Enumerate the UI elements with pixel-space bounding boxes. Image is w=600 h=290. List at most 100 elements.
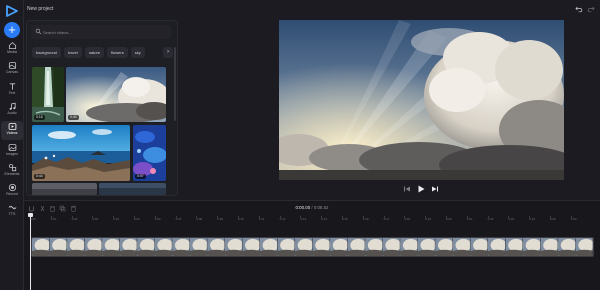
ruler-tick: 0:20: [446, 216, 452, 221]
ruler-tick: 0:24: [529, 216, 536, 221]
sidebar-item-images[interactable]: Images: [1, 142, 23, 161]
sidebar-item-tts[interactable]: TTS: [1, 202, 23, 221]
undo-icon[interactable]: [575, 5, 583, 13]
ruler-tick: 0:01: [50, 216, 57, 221]
video-duration: 0:40: [68, 115, 79, 120]
video-thumbnail-coral[interactable]: 0:07: [133, 125, 166, 181]
clip-frame: [573, 238, 593, 256]
redo-icon[interactable]: [587, 5, 595, 13]
sidebar-item-audio[interactable]: Audio: [1, 101, 23, 120]
ruler-tick: 0:13: [300, 216, 307, 221]
sidebar-item-label: Media: [7, 50, 17, 54]
search-icon: [35, 28, 42, 35]
video-thumbnail[interactable]: [99, 183, 166, 195]
video-duration: 0:44: [34, 174, 45, 179]
video-icon: [8, 123, 16, 130]
playhead[interactable]: [30, 215, 31, 290]
video-library-panel: backgroundtravelnatureflowerssky › 0:16: [26, 20, 178, 196]
record-icon: [8, 183, 16, 192]
sidebar-item-videos[interactable]: Videos: [1, 121, 23, 140]
video-thumbnail-sea-rocks[interactable]: 0:44: [32, 125, 130, 181]
sidebar-item-text[interactable]: Text: [1, 81, 23, 100]
current-time: 0:00.00: [295, 205, 311, 210]
ruler-tick: 0:22: [487, 216, 494, 221]
ruler-tick: 0:08: [196, 216, 203, 221]
ruler-tick: 0:16: [362, 216, 369, 221]
sidebar-item-record[interactable]: Record: [1, 182, 23, 201]
sidebar-item-label: Text: [8, 91, 16, 95]
chips-next-button[interactable]: ›: [163, 47, 173, 58]
chip-flowers[interactable]: flowers: [107, 47, 128, 58]
category-chips: background travel nature flowers sky ›: [32, 47, 175, 59]
video-clip[interactable]: [31, 237, 594, 257]
ruler-tick: 0:04: [113, 216, 120, 221]
image-icon: [8, 144, 16, 151]
library-scrollbar[interactable]: [174, 47, 176, 121]
chip-nature[interactable]: nature: [84, 47, 105, 58]
timeline: 0:00.00 / 0:08.52 0:00 0:01 0:02 0:03 0:04 0:…: [24, 200, 600, 290]
time-ruler[interactable]: 0:00 0:01 0:02 0:03 0:04 0:05 0:06 0:07 0:08 0:09…: [24, 216, 600, 227]
project-title[interactable]: New project: [27, 6, 53, 12]
music-icon: [9, 102, 16, 110]
ruler-tick: 0:14: [321, 216, 328, 221]
ruler-tick: 0:07: [175, 216, 182, 221]
text-icon: [9, 83, 15, 90]
tts-icon: [8, 205, 16, 210]
ruler-tick: 0:25: [550, 216, 556, 221]
sidebar-item-elements[interactable]: Elements: [1, 162, 23, 181]
ruler-tick: 0:11: [258, 216, 265, 221]
play-icon[interactable]: [416, 184, 426, 194]
left-rail: + Media Canvas Text Audio Videos Images …: [0, 0, 24, 290]
ruler-tick: 0:10: [238, 216, 244, 221]
canvas-icon: [8, 62, 16, 69]
timecode: 0:00.00 / 0:08.52: [24, 205, 600, 210]
skip-back-icon[interactable]: [402, 184, 412, 194]
video-thumbnail-waterfall[interactable]: 0:16: [32, 67, 64, 122]
sidebar-item-canvas[interactable]: Canvas: [1, 60, 23, 79]
chip-travel[interactable]: travel: [63, 47, 82, 58]
search-box[interactable]: [31, 25, 171, 39]
ruler-tick: 0:06: [154, 216, 161, 221]
shapes-icon: [8, 163, 16, 172]
add-media-button[interactable]: +: [4, 22, 20, 38]
ruler-tick: 0:18: [404, 216, 411, 221]
video-duration: 0:16: [34, 115, 45, 120]
coral-thumbnail: [133, 125, 166, 181]
total-time: 0:08.52: [313, 205, 329, 210]
landscape-thumbnail: [99, 183, 166, 195]
sidebar-item-label: Record: [6, 192, 18, 196]
ruler-tick: 0:12: [279, 216, 286, 221]
ruler-tick: 0:26: [570, 216, 577, 221]
clipchamp-logo-icon[interactable]: [5, 4, 19, 18]
sidebar-item-label: TTS: [8, 212, 16, 216]
chip-sky[interactable]: sky: [130, 47, 145, 58]
landscape-thumbnail: [32, 183, 97, 195]
sidebar-item-media[interactable]: Media: [1, 40, 23, 59]
sea-rocks-thumbnail: [32, 125, 130, 181]
search-input[interactable]: [43, 27, 163, 37]
ruler-tick: 0:23: [508, 216, 515, 221]
video-duration: 0:07: [135, 174, 146, 179]
ruler-tick: 0:17: [383, 216, 390, 221]
clip-filmstrip: [32, 238, 593, 256]
sidebar-item-label: Images: [6, 152, 18, 156]
ruler-tick: 0:09: [217, 216, 224, 221]
sunbeam-clouds-thumbnail: [66, 67, 166, 122]
ruler-tick: 0:03: [92, 216, 99, 221]
video-preview[interactable]: [279, 20, 564, 180]
sunbeam-clouds-preview: [279, 20, 564, 180]
ruler-tick: 0:02: [71, 216, 78, 221]
ruler-tick: 0:19: [425, 216, 432, 221]
ruler-tick: 0:21: [466, 216, 473, 221]
ruler-tick: 0:05: [134, 216, 140, 221]
sidebar-item-label: Canvas: [5, 70, 19, 74]
sidebar-item-label: Videos: [6, 131, 18, 135]
skip-forward-icon[interactable]: [430, 184, 440, 194]
video-thumbnail[interactable]: [32, 183, 97, 195]
ruler-tick: 0:15: [342, 216, 348, 221]
sidebar-item-label: Elements: [4, 172, 20, 176]
sidebar-item-label: Audio: [7, 111, 17, 115]
chip-background[interactable]: background: [32, 47, 61, 58]
waterfall-thumbnail: [32, 67, 64, 122]
video-thumbnail-sunbeam-clouds[interactable]: 0:40: [66, 67, 166, 122]
